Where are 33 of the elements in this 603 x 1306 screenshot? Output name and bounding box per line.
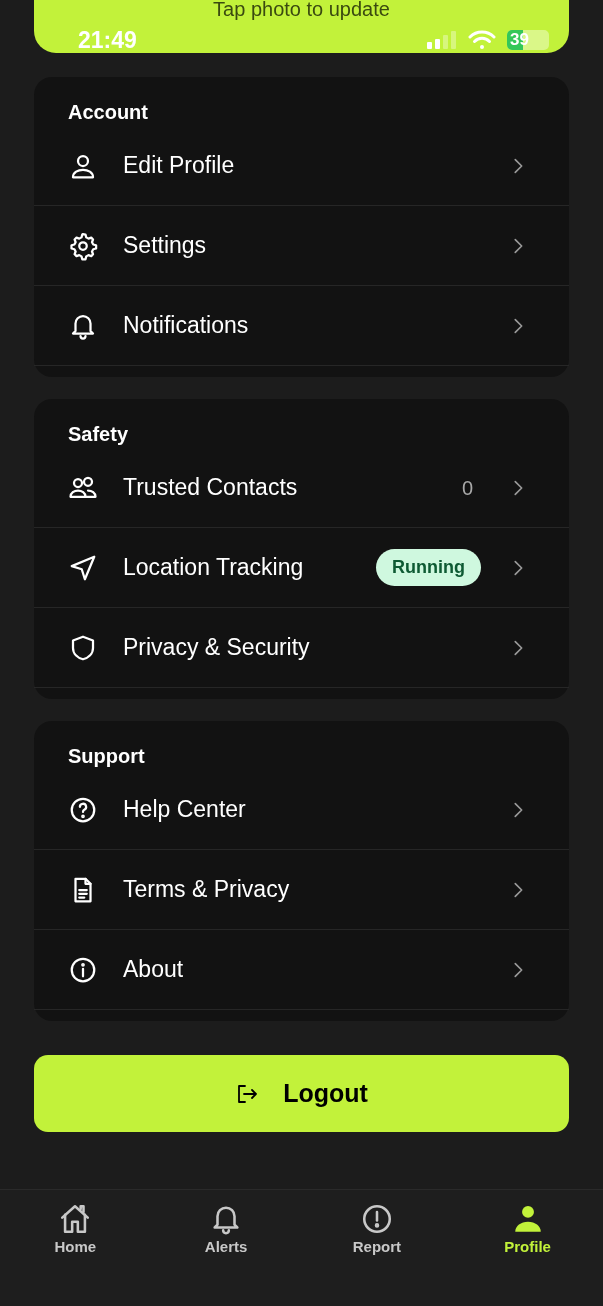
signal-icon [427, 30, 459, 50]
menu-item-label: About [123, 955, 185, 985]
tab-bar-item[interactable]: Alerts [204, 1202, 248, 1256]
menu-item-label: Edit Profile [123, 151, 236, 181]
menu-item[interactable]: Trusted Contacts 0 [34, 448, 569, 528]
settings-icon [68, 230, 98, 261]
menu-item-label: Location Tracking [123, 553, 305, 583]
menu-item-label: Help Center [123, 795, 247, 825]
menu-item[interactable]: About [34, 930, 569, 1010]
tab-bar-item[interactable]: Report [352, 1202, 402, 1256]
status-badge: Running [376, 549, 481, 586]
menu-item[interactable]: Terms & Privacy [34, 850, 569, 930]
menu-item-label: Terms & Privacy [123, 875, 291, 905]
section-title: Safety [67, 422, 130, 446]
header-hint: Tap photo to update [212, 0, 391, 21]
menu-item[interactable]: Privacy & Security [34, 608, 569, 688]
menu-item[interactable]: Help Center [34, 770, 569, 850]
menu-item-label: Trusted Contacts [123, 473, 299, 503]
logout-button[interactable]: Logout [34, 1055, 569, 1132]
menu-item[interactable]: Edit Profile [34, 126, 569, 206]
menu-item[interactable]: Settings [34, 206, 569, 286]
menu-item[interactable]: Location Tracking Running [34, 528, 569, 608]
tab-bar-item[interactable]: Profile [504, 1202, 551, 1256]
tab-bar-item[interactable]: Home [54, 1202, 97, 1256]
status-time: 21:49 [78, 27, 137, 53]
menu-item-label: Notifications [123, 311, 250, 341]
count-text: 0 [461, 475, 473, 501]
section-title: Account [67, 100, 149, 124]
section-title: Support [67, 744, 146, 768]
wifi-icon [468, 30, 496, 50]
menu-item[interactable]: Notifications [34, 286, 569, 366]
menu-item-label: Privacy & Security [123, 633, 311, 663]
menu-item-label: Settings [123, 231, 208, 261]
